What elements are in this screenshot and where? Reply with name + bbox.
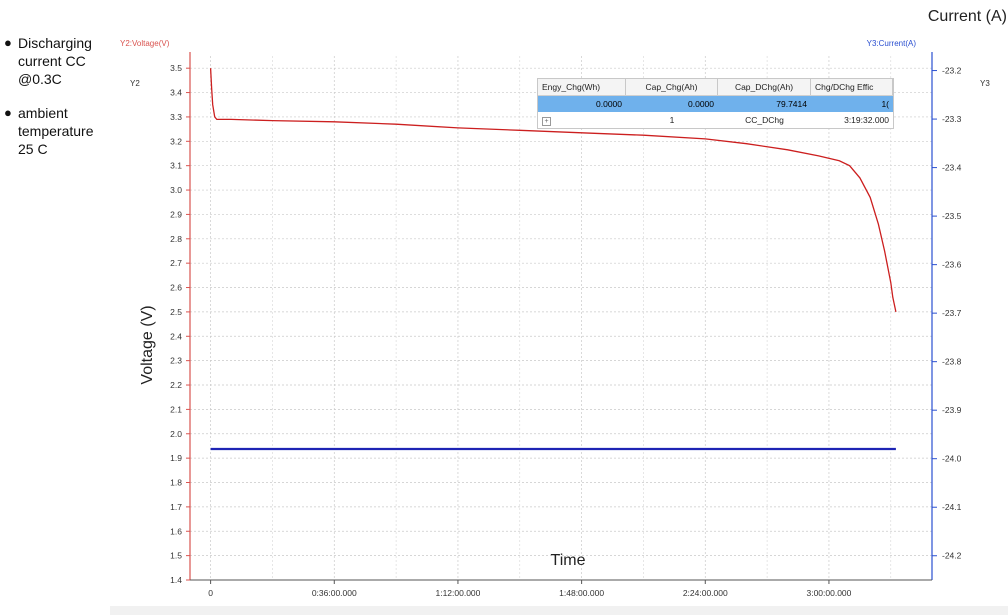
expand-icon[interactable]: + (542, 116, 551, 126)
y2-tick-label: 2.4 (170, 331, 182, 341)
current-axis-title: Current (A) (928, 8, 1007, 25)
y2-tick-label: 3.2 (170, 136, 182, 146)
y2-tick-label: 2.1 (170, 404, 182, 414)
summary-table: Engy_Chg(Wh) Cap_Chg(Ah) Cap_DChg(Ah) Ch… (537, 78, 894, 129)
y2-tick-label: 2.0 (170, 429, 182, 439)
y3-tick-label: -23.9 (942, 405, 962, 415)
y3-axis-tag: Y3 (980, 79, 990, 88)
table-cell: 0.0000 (596, 99, 622, 109)
y3-tick-label: -23.5 (942, 211, 962, 221)
note-text: ambient temperature 25 C (18, 105, 94, 157)
table-cell: CC_DChg (745, 115, 784, 125)
table-row[interactable]: + 1 CC_DChg 3:19:32.000 (538, 112, 893, 128)
y3-tick-label: -23.6 (942, 260, 962, 270)
note-item: ● Discharging current CC @0.3C (4, 34, 112, 88)
bullet-dot-icon: ● (4, 105, 12, 120)
y3-tick-label: -24.2 (942, 551, 962, 561)
time-axis-title: Time (551, 552, 586, 569)
y2-tick-label: 3.4 (170, 88, 182, 98)
y2-tick-label: 2.5 (170, 307, 182, 317)
y2-tick-label: 1.8 (170, 478, 182, 488)
y2-tick-label: 2.9 (170, 209, 182, 219)
y2-tick-label: 2.2 (170, 380, 182, 390)
chart-panel: 1.4 1.5 1.6 1.7 1.8 1.9 2.0 2.1 2.2 2.3 2.4 2.5 2.6 2… (110, 0, 1008, 615)
table-row-selected[interactable]: 0.0000 0.0000 79.7414 1( (538, 96, 893, 112)
y2-tick-label: 1.7 (170, 502, 182, 512)
x-tick-label: 1:12:00.000 (435, 588, 480, 598)
note-item: ● ambient temperature 25 C (4, 104, 112, 158)
axes: 1.4 1.5 1.6 1.7 1.8 1.9 2.0 2.1 2.2 2.3 2.4 2.5 2.6 2… (170, 52, 962, 598)
y2-tick-label: 1.4 (170, 575, 182, 585)
table-cell: 0.0000 (688, 99, 714, 109)
y2-tick-label: 3.0 (170, 185, 182, 195)
y3-tick-label: -23.3 (942, 114, 962, 124)
y2-tick-label: 2.8 (170, 234, 182, 244)
grid (190, 56, 932, 581)
x-tick-label: 2:24:00.000 (683, 588, 728, 598)
table-cell: 1 (669, 115, 675, 125)
window-bottom-edge (110, 606, 1008, 615)
table-header-cell[interactable]: Chg/DChg Effic (811, 79, 893, 95)
y2-tick-label: 3.5 (170, 63, 182, 73)
y2-tick-label: 3.3 (170, 112, 182, 122)
x-tick-label: 1:48:00.000 (559, 588, 604, 598)
y2-tick-label: 1.5 (170, 551, 182, 561)
y3-tick-label: -23.2 (942, 66, 962, 76)
voltage-axis-title: Voltage (V) (139, 305, 156, 384)
y3-tick-label: -23.4 (942, 163, 962, 173)
y2-tick-label: 2.6 (170, 283, 182, 293)
y2-tick-label: 2.7 (170, 258, 182, 268)
table-cell: 3:19:32.000 (844, 115, 889, 125)
x-tick-label: 3:00:00.000 (806, 588, 851, 598)
y3-tick-label: -24.1 (942, 502, 962, 512)
table-cell: + (538, 115, 626, 126)
note-text: Discharging current CC @0.3C (18, 35, 92, 87)
table-cell: 1( (881, 99, 889, 109)
y3-axis-header: Y3:Current(A) (867, 39, 917, 48)
y2-tick-label: 1.6 (170, 526, 182, 536)
x-tick-label: 0 (208, 588, 213, 598)
y2-axis-header: Y2:Voltage(V) (120, 39, 170, 48)
y2-axis-tag: Y2 (130, 79, 140, 88)
bullet-dot-icon: ● (4, 35, 12, 50)
table-header-cell[interactable]: Cap_DChg(Ah) (718, 79, 811, 95)
table-cell: 79.7414 (776, 99, 807, 109)
table-header-row: Engy_Chg(Wh) Cap_Chg(Ah) Cap_DChg(Ah) Ch… (538, 79, 893, 96)
y2-tick-label: 3.1 (170, 161, 182, 171)
y2-tick-label: 1.9 (170, 453, 182, 463)
y2-tick-label: 2.3 (170, 356, 182, 366)
table-header-cell[interactable]: Cap_Chg(Ah) (626, 79, 718, 95)
table-header-cell[interactable]: Engy_Chg(Wh) (538, 79, 626, 95)
notes-list: ● Discharging current CC @0.3C ● ambient… (4, 34, 112, 174)
x-tick-label: 0:36:00.000 (312, 588, 357, 598)
y3-tick-label: -23.7 (942, 308, 962, 318)
y3-tick-label: -24.0 (942, 454, 962, 464)
y3-tick-label: -23.8 (942, 357, 962, 367)
